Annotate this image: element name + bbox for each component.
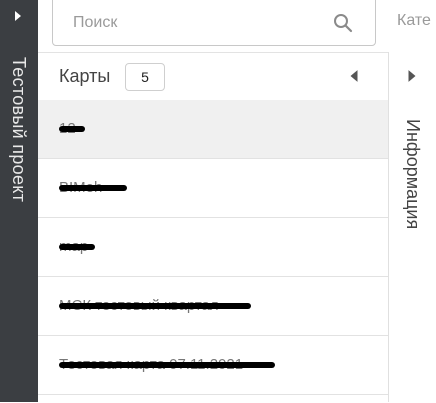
search-icon[interactable]	[333, 13, 353, 33]
cards-title: Карты	[59, 66, 111, 86]
search-box	[52, 0, 376, 46]
redaction-mark	[59, 126, 85, 132]
redaction-mark	[59, 185, 127, 191]
list-item[interactable]: МСК тестовый квартал	[38, 277, 388, 336]
triangle-right-icon[interactable]	[406, 69, 418, 83]
cards-header: Карты 5	[38, 53, 388, 100]
list-item[interactable]: map	[38, 218, 388, 277]
expand-project-button[interactable]	[10, 8, 26, 24]
category-filter[interactable]: Кате	[397, 12, 431, 30]
search-input[interactable]	[73, 11, 323, 35]
top-bar: Кате	[38, 0, 436, 52]
project-title: Тестовый проект	[9, 57, 29, 203]
card-list: 12 BIMeh map МСК тестовый квартал Тестов…	[38, 100, 388, 395]
redaction-mark	[59, 303, 251, 309]
info-title[interactable]: Информация	[401, 119, 425, 229]
redaction-mark	[59, 362, 275, 368]
list-item[interactable]: BIMeh	[38, 159, 388, 218]
triangle-left-icon[interactable]	[348, 69, 360, 83]
list-item[interactable]: 12	[38, 100, 388, 159]
redaction-mark	[59, 244, 95, 250]
info-panel: Информация	[388, 52, 436, 402]
cards-count-badge: 5	[125, 63, 165, 91]
triangle-right-icon	[15, 11, 21, 21]
cards-panel: Карты 5 12 BIMeh map МСК тестовый кварта…	[38, 52, 388, 403]
project-rail: Тестовый проект	[0, 0, 38, 402]
list-item[interactable]: Тестовая карта 07.11.2021	[38, 336, 388, 395]
